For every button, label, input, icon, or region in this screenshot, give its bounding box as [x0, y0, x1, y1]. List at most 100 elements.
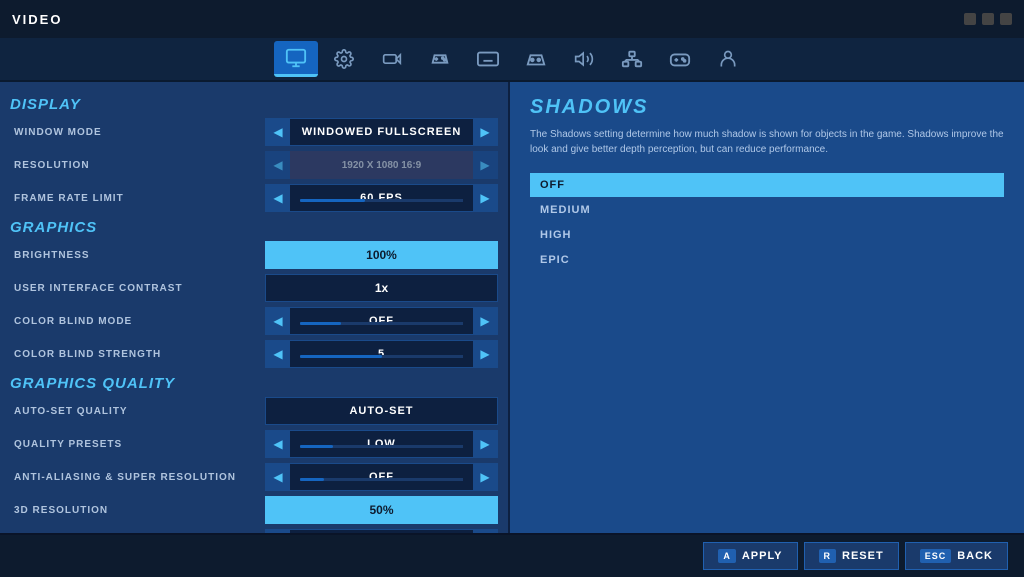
control-auto-quality[interactable]: AUTO-SET: [265, 397, 498, 425]
resolution-next[interactable]: ▶: [473, 152, 497, 178]
label-color-blind-mode: COLOR BLIND MODE: [10, 316, 265, 327]
quality-presets-next[interactable]: ▶: [473, 431, 497, 457]
color-blind-mode-prev[interactable]: ◀: [266, 308, 290, 334]
tab-audio[interactable]: [562, 41, 606, 77]
gamepad2-icon: [669, 49, 691, 69]
anti-aliasing-prev[interactable]: ◀: [266, 464, 290, 490]
nav-tabs: [0, 38, 1024, 82]
ui-contrast-value: 1x: [375, 281, 388, 295]
control-color-blind-strength: ◀ 5 ▶: [265, 340, 498, 368]
title-bar: VIDEO: [0, 0, 1024, 38]
tab-display[interactable]: [274, 41, 318, 77]
anti-aliasing-next[interactable]: ▶: [473, 464, 497, 490]
bottom-bar: A APPLY R RESET ESC BACK: [0, 533, 1024, 577]
control-anti-aliasing: ◀ OFF ▶: [265, 463, 498, 491]
color-blind-strength-value: 5: [290, 348, 473, 360]
control-brightness[interactable]: 100%: [265, 241, 498, 269]
setting-row-anti-aliasing: ANTI-ALIASING & SUPER RESOLUTION ◀ OFF ▶: [10, 462, 498, 492]
keyboard-icon: [477, 50, 499, 68]
resolution-value: 1920 X 1080 16:9: [342, 160, 422, 171]
anti-aliasing-value: OFF: [290, 471, 473, 483]
frame-rate-prev[interactable]: ◀: [266, 185, 290, 211]
panel-title: SHADOWS: [530, 96, 1004, 119]
maximize-button[interactable]: [982, 13, 994, 25]
account-icon: [718, 49, 738, 69]
window-mode-value: WINDOWED FULLSCREEN: [290, 126, 473, 138]
back-button[interactable]: ESC BACK: [905, 542, 1008, 570]
resolution-value-container: 1920 X 1080 16:9: [290, 151, 473, 179]
tab-account[interactable]: [706, 41, 750, 77]
color-blind-strength-prev[interactable]: ◀: [266, 341, 290, 367]
setting-row-resolution: RESOLUTION ◀ 1920 X 1080 16:9 ▶: [10, 150, 498, 180]
view-distance-prev[interactable]: ◀: [266, 530, 290, 533]
color-blind-strength-next[interactable]: ▶: [473, 341, 497, 367]
tab-video2[interactable]: [370, 41, 414, 77]
window-controls: [964, 13, 1012, 25]
back-label: BACK: [957, 550, 993, 562]
option-list: OFF MEDIUM HIGH EPIC: [530, 173, 1004, 272]
label-ui-contrast: USER INTERFACE CONTRAST: [10, 283, 265, 294]
section-display: DISPLAY: [10, 96, 498, 113]
label-window-mode: WINDOW MODE: [10, 127, 265, 138]
label-auto-quality: AUTO-SET QUALITY: [10, 406, 265, 417]
setting-row-auto-quality: AUTO-SET QUALITY AUTO-SET: [10, 396, 498, 426]
close-button[interactable]: [1000, 13, 1012, 25]
gamepad-icon: [525, 49, 547, 69]
window-mode-next[interactable]: ▶: [473, 119, 497, 145]
label-brightness: BRIGHTNESS: [10, 250, 265, 261]
back-key: ESC: [920, 549, 952, 563]
title-bar-left: VIDEO: [12, 12, 62, 27]
control-3d-resolution[interactable]: 50%: [265, 496, 498, 524]
setting-row-color-blind-strength: COLOR BLIND STRENGTH ◀ 5 ▶: [10, 339, 498, 369]
label-frame-rate: FRAME RATE LIMIT: [10, 193, 265, 204]
color-blind-mode-next[interactable]: ▶: [473, 308, 497, 334]
panel-description: The Shadows setting determine how much s…: [530, 127, 1004, 157]
view-distance-next[interactable]: ▶: [473, 530, 497, 533]
frame-rate-value: 60 FPS: [290, 192, 473, 204]
controller-icon: [429, 48, 451, 70]
setting-row-3d-resolution: 3D RESOLUTION 50%: [10, 495, 498, 525]
right-panel: SHADOWS The Shadows setting determine ho…: [510, 82, 1024, 533]
video-icon: [382, 49, 402, 69]
label-color-blind-strength: COLOR BLIND STRENGTH: [10, 349, 265, 360]
control-resolution: ◀ 1920 X 1080 16:9 ▶: [265, 151, 498, 179]
tab-keyboard[interactable]: [466, 41, 510, 77]
control-color-blind-mode: ◀ OFF ▶: [265, 307, 498, 335]
control-ui-contrast[interactable]: 1x: [265, 274, 498, 302]
tab-settings[interactable]: [322, 41, 366, 77]
tab-gamepad[interactable]: [514, 41, 558, 77]
window-title: VIDEO: [12, 12, 62, 27]
apply-button[interactable]: A APPLY: [703, 542, 797, 570]
setting-row-color-blind-mode: COLOR BLIND MODE ◀ OFF ▶: [10, 306, 498, 336]
reset-label: RESET: [842, 550, 884, 562]
setting-row-view-distance: VIEW DISTANCE ◀ NEAR ▶: [10, 528, 498, 533]
tab-network[interactable]: [610, 41, 654, 77]
main-content: DISPLAY WINDOW MODE ◀ WINDOWED FULLSCREE…: [0, 82, 1024, 533]
label-resolution: RESOLUTION: [10, 160, 265, 171]
quality-presets-prev[interactable]: ◀: [266, 431, 290, 457]
label-3d-resolution: 3D RESOLUTION: [10, 505, 265, 516]
control-view-distance: ◀ NEAR ▶: [265, 529, 498, 533]
resolution-prev[interactable]: ◀: [266, 152, 290, 178]
setting-row-ui-contrast: USER INTERFACE CONTRAST 1x: [10, 273, 498, 303]
brightness-value: 100%: [366, 248, 397, 262]
setting-row-quality-presets: QUALITY PRESETS ◀ LOW ▶: [10, 429, 498, 459]
option-medium[interactable]: MEDIUM: [530, 198, 1004, 222]
audio-icon: [574, 49, 594, 69]
frame-rate-next[interactable]: ▶: [473, 185, 497, 211]
control-quality-presets: ◀ LOW ▶: [265, 430, 498, 458]
option-off[interactable]: OFF: [530, 173, 1004, 197]
minimize-button[interactable]: [964, 13, 976, 25]
auto-quality-value: AUTO-SET: [266, 405, 497, 417]
reset-key: R: [819, 549, 837, 563]
tab-gamepad2[interactable]: [658, 41, 702, 77]
control-frame-rate: ◀ 60 FPS ▶: [265, 184, 498, 212]
section-graphics-quality: GRAPHICS QUALITY: [10, 375, 498, 392]
monitor-icon: [285, 47, 307, 69]
window-mode-prev[interactable]: ◀: [266, 119, 290, 145]
option-epic[interactable]: EPIC: [530, 248, 1004, 272]
reset-button[interactable]: R RESET: [804, 542, 899, 570]
tab-controller[interactable]: [418, 41, 462, 77]
label-quality-presets: QUALITY PRESETS: [10, 439, 265, 450]
option-high[interactable]: HIGH: [530, 223, 1004, 247]
